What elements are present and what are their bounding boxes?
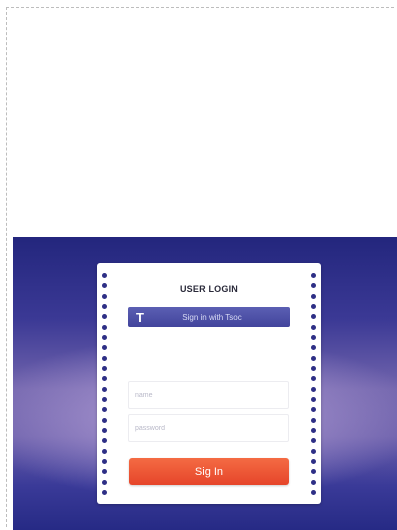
perforation-dot <box>311 293 316 299</box>
perforation-dot <box>311 438 316 444</box>
perforation-dot <box>102 273 107 278</box>
perforation-dot <box>102 396 107 402</box>
perforation-dot <box>311 448 316 454</box>
perforation-dot <box>311 489 316 495</box>
login-title: USER LOGIN <box>179 284 238 294</box>
perforation-dot <box>102 365 107 371</box>
perforation-dot <box>311 365 316 371</box>
perforation-dot <box>102 293 107 299</box>
perforation-dot <box>102 427 107 433</box>
perforation-dot <box>102 303 107 309</box>
perforation-dot <box>311 355 316 361</box>
name-field <box>128 381 289 409</box>
perforation-dot <box>311 273 316 278</box>
perforation-dot <box>102 324 107 330</box>
perforation-dot <box>102 386 107 392</box>
perforation-dot <box>311 396 316 402</box>
sign-in-button[interactable]: Sig In <box>129 458 289 485</box>
perforation-dot <box>102 417 107 423</box>
perforation-dot <box>311 314 316 320</box>
perforation-left <box>102 273 107 495</box>
perforation-dot <box>102 407 107 413</box>
perforation-dot <box>102 469 107 475</box>
perforation-dot <box>311 376 316 382</box>
perforation-dot <box>311 334 316 340</box>
perforation-dot <box>311 427 316 433</box>
login-card: USER LOGIN T Sign in with Tsoc Sig In <box>97 263 321 504</box>
perforation-dot <box>102 355 107 361</box>
perforation-dot <box>311 324 316 330</box>
dashed-border-left <box>6 7 7 527</box>
perforation-dot <box>102 334 107 340</box>
perforation-dot <box>311 417 316 423</box>
dashed-border-top <box>6 7 394 8</box>
perforation-dot <box>102 489 107 495</box>
perforation-dot <box>102 458 107 464</box>
name-input[interactable] <box>129 382 288 408</box>
perforation-dot <box>102 345 107 351</box>
perforation-dot <box>311 469 316 475</box>
password-field <box>128 414 289 442</box>
perforation-dot <box>311 479 316 485</box>
perforation-dot <box>311 407 316 413</box>
tsoc-button-label: Sign in with Tsoc <box>182 312 242 322</box>
perforation-dot <box>311 303 316 309</box>
perforation-dot <box>311 345 316 351</box>
perforation-right <box>311 273 316 495</box>
perforation-dot <box>102 376 107 382</box>
password-input[interactable] <box>129 415 288 441</box>
perforation-dot <box>311 386 316 392</box>
perforation-dot <box>311 458 316 464</box>
perforation-dot <box>102 314 107 320</box>
perforation-dot <box>102 438 107 444</box>
sign-in-with-tsoc-button[interactable]: T Sign in with Tsoc <box>128 307 290 327</box>
tsoc-logo-icon: T <box>136 309 144 325</box>
perforation-dot <box>102 448 107 454</box>
perforation-dot <box>102 479 107 485</box>
canvas: USER LOGIN T Sign in with Tsoc Sig In <box>0 0 397 530</box>
